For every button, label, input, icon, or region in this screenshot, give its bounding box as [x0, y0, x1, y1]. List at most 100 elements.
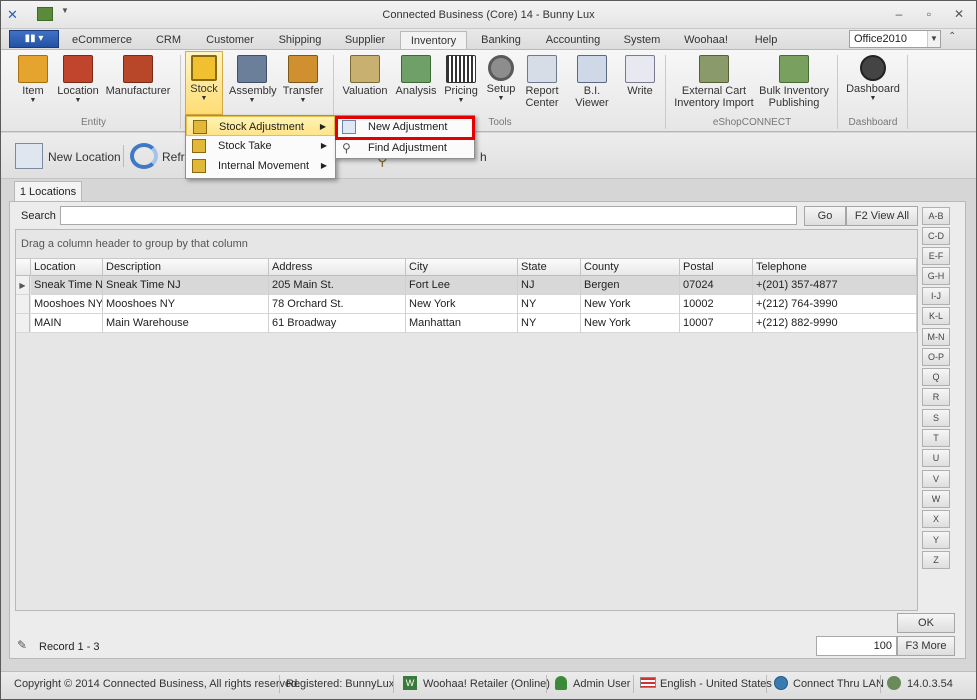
cell-state[interactable]: NJ — [518, 276, 581, 295]
alpha-filter-v[interactable]: V — [922, 470, 950, 488]
assembly-button[interactable]: Assembly ▼ — [229, 51, 277, 113]
ok-button[interactable]: OK — [897, 613, 955, 633]
cell-telephone[interactable]: +(201) 357-4877 — [753, 276, 917, 295]
alpha-filter-op[interactable]: O-P — [922, 348, 950, 366]
tab-crm[interactable]: CRM — [146, 31, 191, 49]
alpha-filter-ef[interactable]: E-F — [922, 247, 950, 265]
tab-inventory[interactable]: Inventory — [400, 31, 467, 49]
cell-address[interactable]: 78 Orchard St. — [269, 295, 406, 314]
search-label: Search — [21, 210, 56, 222]
cell-telephone[interactable]: +(212) 882-9990 — [753, 314, 917, 333]
tab-help[interactable]: Help — [747, 31, 785, 49]
stock-button[interactable]: Stock ▼ — [185, 51, 223, 113]
alpha-filter-t[interactable]: T — [922, 429, 950, 447]
column-header-state[interactable]: State — [518, 258, 581, 276]
view-all-button[interactable]: F2 View All — [846, 206, 918, 226]
menu-item-stock-take[interactable]: Stock Take ▶ — [186, 136, 335, 156]
cell-state[interactable]: NY — [518, 314, 581, 333]
alpha-filter-gh[interactable]: G-H — [922, 267, 950, 285]
alpha-filter-x[interactable]: X — [922, 510, 950, 528]
alpha-filter-w[interactable]: W — [922, 490, 950, 508]
cell-address[interactable]: 61 Broadway — [269, 314, 406, 333]
search-button-fragment[interactable]: h — [480, 150, 487, 164]
tab-supplier[interactable]: Supplier — [337, 31, 393, 49]
cell-city[interactable]: Fort Lee — [406, 276, 518, 295]
transfer-button[interactable]: Transfer ▼ — [281, 51, 325, 113]
ribbon-collapse-icon[interactable]: ⌃ — [948, 31, 956, 42]
cell-county[interactable]: Bergen — [581, 276, 680, 295]
alpha-filter-q[interactable]: Q — [922, 368, 950, 386]
tab-accounting[interactable]: Accounting — [537, 31, 609, 49]
menu-item-stock-adjustment[interactable]: Stock Adjustment ▶ — [186, 116, 335, 136]
tab-banking[interactable]: Banking — [475, 31, 527, 49]
search-input[interactable] — [60, 206, 797, 225]
tab-locations[interactable]: 1 Locations — [14, 181, 82, 202]
write-button[interactable]: Write — [623, 51, 657, 113]
column-header-address[interactable]: Address — [269, 258, 406, 276]
close-icon[interactable]: ✕ — [951, 7, 967, 21]
cell-location[interactable]: Mooshoes NY — [31, 295, 103, 314]
cell-description[interactable]: Main Warehouse — [103, 314, 269, 333]
cell-postal[interactable]: 10007 — [680, 314, 753, 333]
analysis-button[interactable]: Analysis — [394, 51, 438, 113]
alpha-filter-r[interactable]: R — [922, 388, 950, 406]
alpha-filter-kl[interactable]: K-L — [922, 307, 950, 325]
cell-location[interactable]: Sneak Time NJ — [31, 276, 103, 295]
cell-county[interactable]: New York — [581, 314, 680, 333]
cell-telephone[interactable]: +(212) 764-3990 — [753, 295, 917, 314]
alpha-filter-ij[interactable]: I-J — [922, 287, 950, 305]
column-header-postal[interactable]: Postal — [680, 258, 753, 276]
external-cart-import-button[interactable]: External Cart Inventory Import — [673, 51, 755, 113]
refresh-icon[interactable] — [130, 143, 158, 169]
language-text: English - United States — [660, 678, 772, 690]
tab-customer[interactable]: Customer — [199, 31, 261, 49]
valuation-button[interactable]: Valuation — [341, 51, 389, 113]
pricing-button[interactable]: Pricing ▼ — [442, 51, 480, 113]
new-location-button[interactable]: New Location — [48, 150, 121, 164]
alpha-filter-u[interactable]: U — [922, 449, 950, 467]
more-button[interactable]: F3 More — [897, 636, 955, 656]
manufacturer-button[interactable]: Manufacturer — [105, 51, 171, 113]
menu-item-find-adjustment[interactable]: ⚲ Find Adjustment — [336, 138, 474, 158]
menu-item-internal-movement[interactable]: Internal Movement ▶ — [186, 156, 335, 176]
cell-state[interactable]: NY — [518, 295, 581, 314]
tab-system[interactable]: System — [617, 31, 667, 49]
alpha-filter-z[interactable]: Z — [922, 551, 950, 569]
cell-description[interactable]: Mooshoes NY — [103, 295, 269, 314]
alpha-filter-mn[interactable]: M-N — [922, 328, 950, 346]
setup-button[interactable]: Setup ▼ — [485, 51, 517, 113]
page-size-input[interactable]: 100 — [816, 636, 897, 656]
file-menu-button[interactable]: ▮▮ ▾ — [9, 30, 59, 48]
cell-location[interactable]: MAIN — [31, 314, 103, 333]
cell-address[interactable]: 205 Main St. — [269, 276, 406, 295]
tab-ecommerce[interactable]: eCommerce — [63, 31, 141, 49]
minimize-icon[interactable]: – — [891, 7, 907, 21]
column-header-telephone[interactable]: Telephone — [753, 258, 917, 276]
new-location-icon[interactable] — [15, 143, 43, 169]
column-header-description[interactable]: Description — [103, 258, 269, 276]
column-header-county[interactable]: County — [581, 258, 680, 276]
tab-woohaa[interactable]: Woohaa! — [677, 31, 735, 49]
go-button[interactable]: Go — [804, 206, 846, 226]
cell-description[interactable]: Sneak Time NJ — [103, 276, 269, 295]
tab-shipping[interactable]: Shipping — [271, 31, 329, 49]
cell-postal[interactable]: 07024 — [680, 276, 753, 295]
bi-viewer-button[interactable]: B.I. Viewer — [567, 51, 617, 113]
maximize-icon[interactable]: ▫ — [921, 7, 937, 21]
alpha-filter-y[interactable]: Y — [922, 531, 950, 549]
column-header-city[interactable]: City — [406, 258, 518, 276]
cell-city[interactable]: New York — [406, 295, 518, 314]
theme-dropdown-icon[interactable]: ▼ — [927, 31, 940, 47]
column-header-location[interactable]: Location — [31, 258, 103, 276]
cell-city[interactable]: Manhattan — [406, 314, 518, 333]
bulk-inventory-publishing-button[interactable]: Bulk Inventory Publishing — [759, 51, 829, 113]
alpha-filter-s[interactable]: S — [922, 409, 950, 427]
location-button[interactable]: Location ▼ — [56, 51, 100, 113]
cell-postal[interactable]: 10002 — [680, 295, 753, 314]
item-button[interactable]: Item ▼ — [13, 51, 53, 113]
report-center-button[interactable]: Report Center — [521, 51, 563, 113]
alpha-filter-cd[interactable]: C-D — [922, 227, 950, 245]
cell-county[interactable]: New York — [581, 295, 680, 314]
dashboard-button[interactable]: Dashboard ▼ — [843, 51, 903, 113]
alpha-filter-ab[interactable]: A-B — [922, 207, 950, 225]
